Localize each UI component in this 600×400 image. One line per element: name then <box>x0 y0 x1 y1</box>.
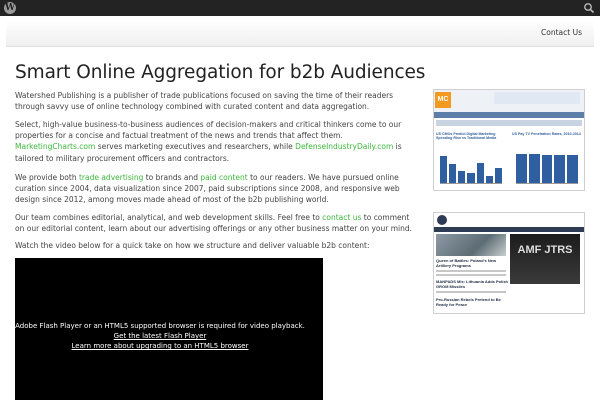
mc-header: MC <box>434 90 584 112</box>
video-player[interactable]: Adobe Flash Player or an HTML5 supported… <box>15 258 323 400</box>
nav-contact-us[interactable]: Contact Us <box>541 28 582 37</box>
did-ad: AMF JTRS <box>510 234 580 284</box>
intro-paragraph: Watershed Publishing is a publisher of t… <box>15 91 394 112</box>
bar <box>449 164 457 183</box>
mc-nav-bar <box>434 112 584 118</box>
bar <box>528 154 540 183</box>
marketingcharts-link[interactable]: MarketingCharts.com <box>15 142 95 151</box>
bar <box>516 154 527 183</box>
mc-chart-left: US CMOs Predict Digital Marketing Spendi… <box>436 132 506 188</box>
mc-banner <box>494 92 580 104</box>
bar <box>458 171 466 183</box>
text-span: serves marketing executives and research… <box>95 142 296 152</box>
defenseindustrydaily-link[interactable]: DefenseIndustryDaily.com <box>295 142 393 151</box>
main-navigation: Contact Us <box>6 22 594 47</box>
html5-browser-link[interactable]: Learn more about upgrading to an HTML5 b… <box>15 341 305 351</box>
flash-player-link[interactable]: Get the latest Flash Player <box>15 331 305 341</box>
did-headline-3: Pro-Russian Rebels Pretend to Be Ready f… <box>436 297 501 307</box>
did-headline-1: Queen of Battles: Poland's New Artillery… <box>436 258 497 268</box>
text-span: Select, high-value business-to-business … <box>15 120 402 141</box>
did-text-line <box>436 270 506 272</box>
did-text-line <box>436 291 506 293</box>
audiences-paragraph: Select, high-value business-to-business … <box>15 119 421 164</box>
mc-sub-bar <box>436 120 582 126</box>
mc-chart-right-title: US Pay TV Penetration Rates, 2010-2014 <box>512 132 581 136</box>
video-fallback-message: Adobe Flash Player or an HTML5 supported… <box>15 321 305 351</box>
did-text-line <box>436 274 506 276</box>
bar <box>467 173 475 183</box>
bar <box>494 167 502 183</box>
search-icon[interactable] <box>583 2 595 14</box>
did-headline-2: MANPADS Mix: Lithuania Adds Polish GROM … <box>436 279 509 289</box>
text-span: Our team combines editorial, analytical,… <box>15 213 323 222</box>
video-message-text: Adobe Flash Player or an HTML5 supported… <box>15 322 305 330</box>
mc-chart-left-bars <box>440 149 502 184</box>
bar <box>485 175 493 183</box>
bar <box>567 155 578 183</box>
bar <box>440 156 448 183</box>
did-header <box>434 213 584 228</box>
contact-us-link[interactable]: contact us <box>322 213 361 222</box>
page-title: Smart Online Aggregation for b2b Audienc… <box>15 62 426 83</box>
trade-advertising-link[interactable]: trade advertising <box>79 173 143 182</box>
did-photo <box>436 234 506 256</box>
did-logo <box>437 215 447 225</box>
mc-chart-right: US Pay TV Penetration Rates, 2010-2014 <box>512 132 582 188</box>
offerings-paragraph: We provide both trade advertising to bra… <box>15 172 421 206</box>
wordpress-icon[interactable]: W <box>4 2 16 14</box>
bar <box>554 155 566 183</box>
mc-chart-right-bars <box>516 149 578 184</box>
paid-content-link[interactable]: paid content <box>200 173 247 182</box>
text-span: We provide both <box>15 173 79 182</box>
bar <box>476 162 484 183</box>
mc-chart-left-title: US CMOs Predict Digital Marketing Spendi… <box>436 132 497 141</box>
admin-bar: W <box>0 0 600 16</box>
video-intro-paragraph: Watch the video below for a quick take o… <box>15 241 370 250</box>
text-span: to brands and <box>143 173 201 182</box>
mc-logo: MC <box>435 92 451 108</box>
team-paragraph: Our team combines editorial, analytical,… <box>15 212 421 234</box>
did-nav-bar <box>434 227 584 232</box>
defenseindustrydaily-screenshot[interactable]: AMF JTRS Queen of Battles: Poland's New … <box>433 212 585 314</box>
marketingcharts-screenshot[interactable]: MC US CMOs Predict Digital Marketing Spe… <box>433 89 585 191</box>
bar <box>541 154 553 183</box>
